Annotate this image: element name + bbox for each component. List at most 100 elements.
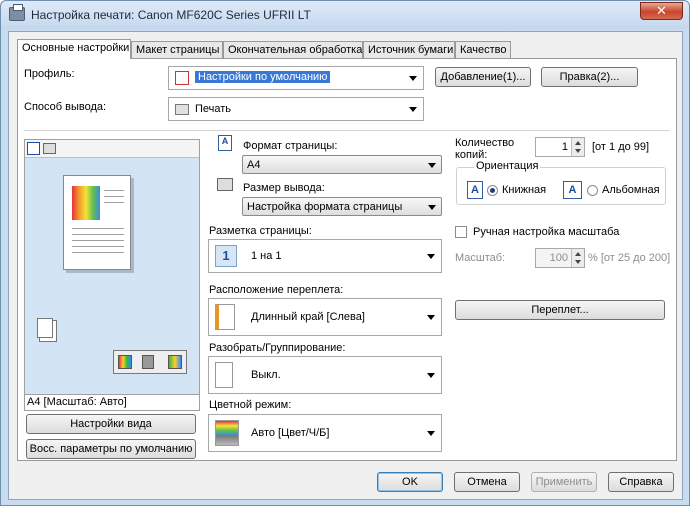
output-method-value: Печать xyxy=(195,103,232,115)
copies-label: Количество копий: xyxy=(455,137,515,161)
window-title: Настройка печати: Canon MF620C Series UF… xyxy=(31,8,311,22)
edit-profile-button[interactable]: Правка(2)... xyxy=(541,67,638,87)
orientation-label: Ориентация xyxy=(474,160,541,172)
close-button[interactable]: ✕ xyxy=(640,2,683,20)
tab-finishing[interactable]: Окончательная обработка xyxy=(223,41,363,58)
text-line xyxy=(72,228,124,229)
binding-location-value: Длинный край [Слева] xyxy=(251,311,365,323)
restore-defaults-button[interactable]: Восс. параметры по умолчанию xyxy=(26,439,196,459)
landscape-radio[interactable] xyxy=(587,185,598,196)
collate-value: Выкл. xyxy=(251,369,281,381)
tab-paper-source[interactable]: Источник бумаги xyxy=(363,41,455,58)
copies-value: 1 xyxy=(561,141,568,153)
profile-label: Профиль: xyxy=(24,68,75,80)
landscape-icon: A xyxy=(563,181,582,199)
output-size-label: Размер вывода: xyxy=(243,182,325,194)
color-mode-value: Авто [Цвет/Ч/Б] xyxy=(251,427,330,439)
preview-toolbar xyxy=(25,140,199,158)
page-format-value: A4 xyxy=(247,159,261,171)
chevron-down-icon xyxy=(427,373,435,378)
scale-value: 100 xyxy=(549,252,568,264)
binding-location-dropdown[interactable]: Длинный край [Слева] xyxy=(208,298,442,336)
output-method-dropdown[interactable]: Печать xyxy=(168,97,424,121)
printer-view-icon[interactable] xyxy=(43,143,56,154)
color-mode-preview-icon[interactable] xyxy=(113,350,187,374)
manual-scale-checkbox[interactable] xyxy=(455,226,467,238)
scale-label: Масштаб: xyxy=(455,252,506,264)
color-page-icon xyxy=(118,355,132,369)
binding-button[interactable]: Переплет... xyxy=(455,300,665,320)
chevron-down-icon xyxy=(427,315,435,320)
tab-page-layout[interactable]: Макет страницы xyxy=(131,41,223,58)
chevron-down-icon xyxy=(409,107,417,112)
text-line xyxy=(72,252,124,253)
bw-page-icon xyxy=(142,355,154,369)
text-line xyxy=(72,234,124,235)
cancel-button[interactable]: Отмена xyxy=(454,472,520,492)
output-size-dropdown[interactable]: Настройка формата страницы xyxy=(242,197,442,216)
scale-updown[interactable] xyxy=(571,249,584,267)
chevron-down-icon xyxy=(428,163,436,168)
color-page-icon xyxy=(168,355,182,369)
chevron-down-icon xyxy=(409,76,417,81)
dialog-client: Основные настройки Макет страницы Оконча… xyxy=(8,31,683,500)
chevron-down-icon xyxy=(427,431,435,436)
preview-area xyxy=(24,139,200,395)
profile-value: Настройки по умолчанию xyxy=(195,71,331,83)
scale-spinner[interactable]: 100 xyxy=(535,248,585,268)
copies-updown[interactable] xyxy=(571,138,584,156)
preview-status: A4 [Масштаб: Авто] xyxy=(24,395,200,411)
add-profile-button[interactable]: Добавление(1)... xyxy=(435,67,531,87)
color-mode-label: Цветной режим: xyxy=(209,399,292,411)
text-line xyxy=(72,246,124,247)
ok-button[interactable]: OK xyxy=(377,472,443,492)
basic-settings-panel: Профиль: Настройки по умолчанию Добавлен… xyxy=(17,58,677,461)
binding-location-label: Расположение переплета: xyxy=(209,284,344,296)
help-button[interactable]: Справка xyxy=(608,472,674,492)
title-bar[interactable]: Настройка печати: Canon MF620C Series UF… xyxy=(1,1,689,29)
output-size-value: Настройка формата страницы xyxy=(247,201,403,213)
profile-dropdown[interactable]: Настройки по умолчанию xyxy=(168,66,424,90)
portrait-icon: A xyxy=(467,181,483,199)
copies-stack-icon xyxy=(37,318,53,338)
output-method-label: Способ вывода: xyxy=(24,101,107,113)
page-layout-label: Разметка страницы: xyxy=(209,225,312,237)
text-line xyxy=(72,240,124,241)
color-mode-icon xyxy=(215,420,239,446)
page-view-icon[interactable] xyxy=(27,142,40,155)
collate-label: Разобрать/Группирование: xyxy=(209,342,346,354)
tab-basic-settings[interactable]: Основные настройки xyxy=(17,39,131,59)
page-format-dropdown[interactable]: A4 xyxy=(242,155,442,174)
landscape-label[interactable]: Альбомная xyxy=(602,184,660,196)
profile-icon xyxy=(175,71,189,85)
print-icon xyxy=(175,104,189,115)
divider xyxy=(24,130,670,131)
page-preview xyxy=(63,175,131,270)
portrait-label[interactable]: Книжная xyxy=(502,184,546,196)
page-layout-icon: 1 xyxy=(215,245,237,267)
printer-icon xyxy=(9,4,25,21)
tab-quality[interactable]: Качество xyxy=(455,41,511,58)
page-format-label: Формат страницы: xyxy=(243,140,338,152)
color-mode-dropdown[interactable]: Авто [Цвет/Ч/Б] xyxy=(208,414,442,452)
text-line xyxy=(104,202,124,203)
text-line xyxy=(104,190,124,191)
page-layout-dropdown[interactable]: 1 1 на 1 xyxy=(208,239,442,273)
chevron-down-icon xyxy=(428,205,436,210)
apply-button[interactable]: Применить xyxy=(531,472,597,492)
collate-dropdown[interactable]: Выкл. xyxy=(208,356,442,394)
text-line xyxy=(104,196,124,197)
collate-icon xyxy=(215,362,233,388)
view-settings-button[interactable]: Настройки вида xyxy=(26,414,196,434)
output-size-icon xyxy=(217,178,233,191)
manual-scale-label[interactable]: Ручная настройка масштаба xyxy=(473,226,619,238)
scale-range: % [от 25 до 200] xyxy=(588,252,671,264)
print-settings-window: Настройка печати: Canon MF620C Series UF… xyxy=(0,0,690,506)
color-sample xyxy=(72,186,100,220)
portrait-radio[interactable] xyxy=(487,185,498,196)
chevron-down-icon xyxy=(427,254,435,259)
copies-range: [от 1 до 99] xyxy=(592,141,650,153)
copies-spinner[interactable]: 1 xyxy=(535,137,585,157)
page-layout-value: 1 на 1 xyxy=(251,250,282,262)
binding-edge-icon xyxy=(215,304,235,330)
